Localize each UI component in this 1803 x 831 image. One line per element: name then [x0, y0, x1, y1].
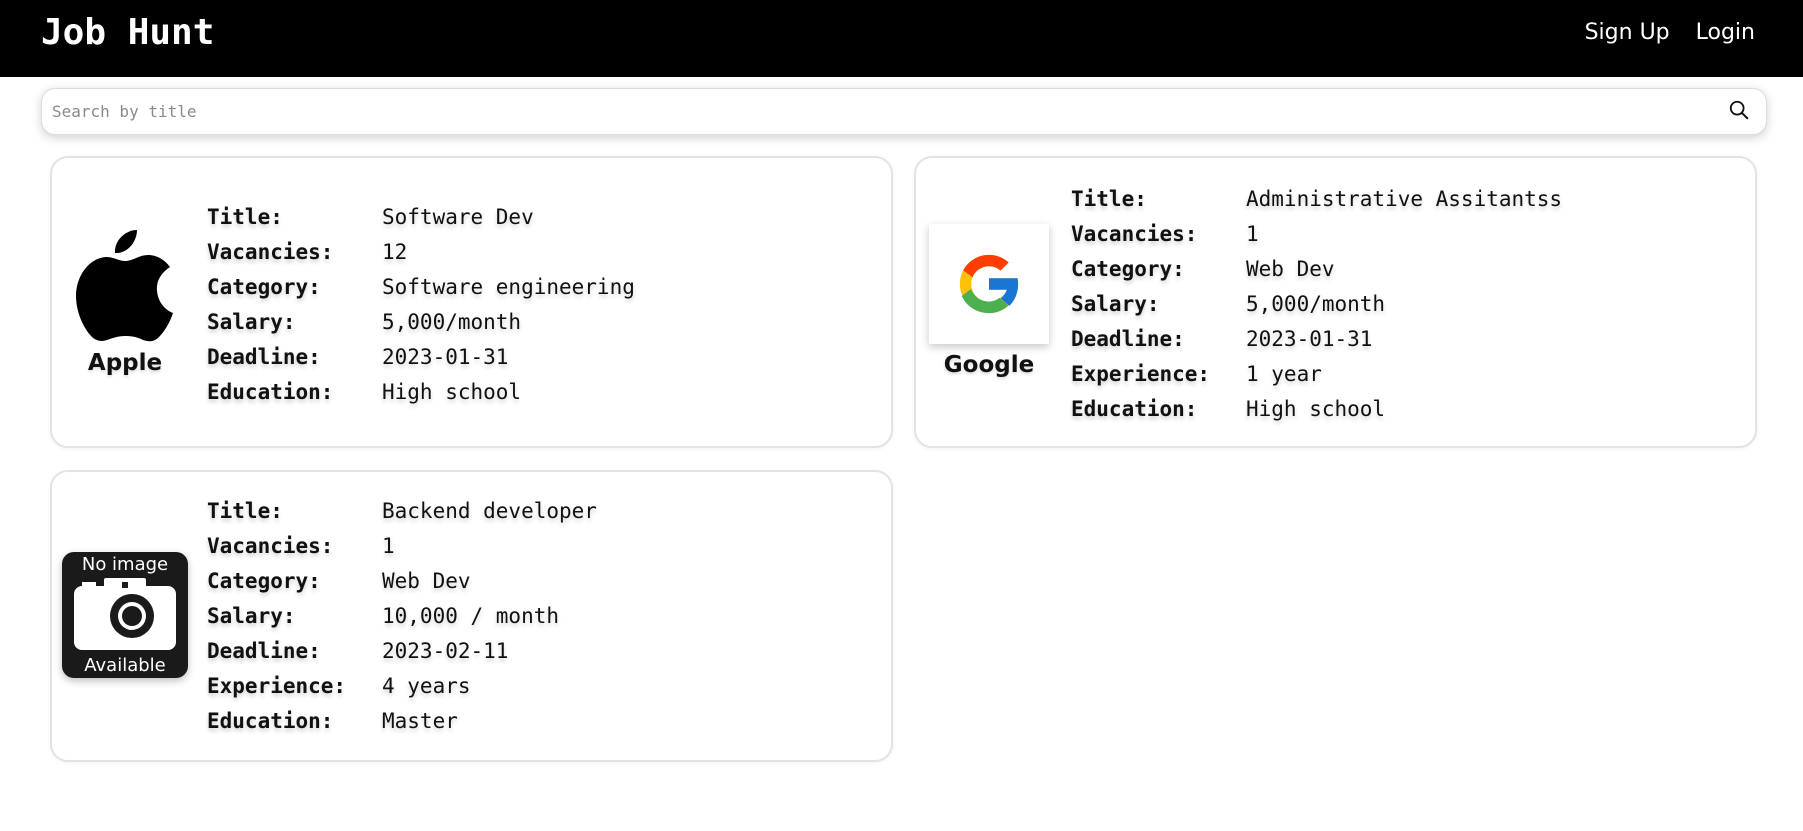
job-card[interactable]: Google Title: Administrative Assitantss …: [914, 156, 1757, 448]
field-label: Vacancies:: [207, 240, 334, 264]
field-value: Master: [382, 709, 458, 733]
job-details: Title: Software Dev Vacancies: 12 Catego…: [207, 200, 635, 410]
field-value: 2023-02-11: [382, 639, 509, 663]
company-name: Apple: [87, 350, 163, 376]
field-value: 1: [1246, 222, 1259, 246]
google-logo-icon: [929, 224, 1049, 344]
field-value: High school: [382, 380, 522, 404]
field-value: 5,000/month: [1246, 292, 1386, 316]
search-icon[interactable]: [1728, 99, 1750, 121]
navbar: Job Hunt Sign Up Login: [0, 0, 1803, 77]
field-value: Backend developer: [382, 499, 597, 523]
field-value: Web Dev: [382, 569, 471, 593]
brand-logo[interactable]: Job Hunt: [41, 12, 214, 53]
field-value: 5,000/month: [382, 310, 522, 334]
job-card[interactable]: No image Available Title: Backend develo…: [50, 470, 893, 762]
field-label: Education:: [207, 380, 334, 404]
field-label: Category:: [1071, 257, 1185, 281]
field-value: 12: [382, 240, 408, 264]
job-details: Title: Administrative Assitantss Vacanci…: [1071, 182, 1562, 427]
field-label: Vacancies:: [207, 534, 334, 558]
field-value: 1 year: [1246, 362, 1322, 386]
field-label: Vacancies:: [1071, 222, 1198, 246]
field-label: Title:: [207, 205, 283, 229]
search-input[interactable]: [52, 89, 1712, 134]
field-value: Web Dev: [1246, 257, 1335, 281]
field-value: 1: [382, 534, 395, 558]
field-value: High school: [1246, 397, 1386, 421]
placeholder-text: No image: [81, 554, 169, 575]
field-label: Salary:: [207, 310, 296, 334]
field-label: Category:: [207, 569, 321, 593]
field-label: Salary:: [207, 604, 296, 628]
field-label: Deadline:: [1071, 327, 1185, 351]
camera-icon: [74, 578, 176, 650]
field-value: Software engineering: [382, 275, 635, 299]
field-value: Software Dev: [382, 205, 534, 229]
company-logo-column: Apple: [62, 226, 188, 376]
field-label: Title:: [1071, 187, 1147, 211]
login-link[interactable]: Login: [1696, 20, 1755, 45]
no-image-placeholder-icon: No image Available: [62, 552, 188, 678]
company-logo-column: No image Available: [62, 552, 188, 678]
apple-logo-icon: [76, 230, 173, 342]
field-value: 4 years: [382, 674, 471, 698]
field-value: Administrative Assitantss: [1246, 187, 1563, 211]
company-name: Google: [943, 352, 1035, 378]
field-label: Category:: [207, 275, 321, 299]
job-details: Title: Backend developer Vacancies: 1 Ca…: [207, 494, 597, 739]
company-logo-column: Google: [926, 224, 1052, 378]
field-label: Deadline:: [207, 345, 321, 369]
field-label: Experience:: [207, 674, 347, 698]
field-label: Education:: [207, 709, 334, 733]
nav-links: Sign Up Login: [1585, 20, 1755, 45]
field-value: 2023-01-31: [382, 345, 509, 369]
signup-link[interactable]: Sign Up: [1585, 20, 1670, 45]
field-value: 2023-01-31: [1246, 327, 1373, 351]
field-label: Title:: [207, 499, 283, 523]
placeholder-text: Available: [84, 655, 166, 676]
field-value: 10,000 / month: [382, 604, 560, 628]
field-label: Salary:: [1071, 292, 1160, 316]
field-label: Deadline:: [207, 639, 321, 663]
search-bar: [41, 88, 1767, 135]
field-label: Experience:: [1071, 362, 1211, 386]
field-label: Education:: [1071, 397, 1198, 421]
job-card[interactable]: Apple Title: Software Dev Vacancies: 12 …: [50, 156, 893, 448]
